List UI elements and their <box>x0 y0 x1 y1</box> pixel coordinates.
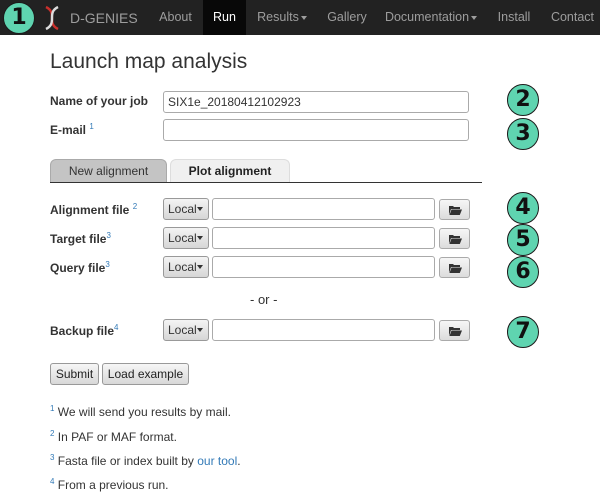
footnote-ref: 3 <box>105 260 110 269</box>
callout-badge: 5 <box>507 224 539 256</box>
or-separator: - or - <box>250 292 278 307</box>
select-value: Local <box>168 202 197 216</box>
query-browse-button[interactable] <box>439 257 470 278</box>
backup-file-input[interactable] <box>212 319 435 341</box>
email-input[interactable] <box>163 119 469 141</box>
footnote-text: From a previous run. <box>57 478 169 492</box>
query-file-input[interactable] <box>212 256 435 278</box>
chevron-down-icon <box>197 207 203 211</box>
footnote-4: 4 From a previous run. <box>50 477 169 492</box>
footnote-period: . <box>237 454 241 468</box>
target-file-label-text: Target file <box>50 232 107 246</box>
tab-new-alignment[interactable]: New alignment <box>50 159 167 182</box>
footnote-ref: 4 <box>50 477 55 486</box>
footnote-ref: 3 <box>50 453 55 462</box>
callout-badge: 7 <box>507 316 539 348</box>
footnote-3: 3 Fasta file or index built by our tool. <box>50 453 241 468</box>
nav-documentation-label: Documentation <box>384 10 470 24</box>
backup-browse-button[interactable] <box>439 320 470 341</box>
folder-open-icon <box>449 235 462 244</box>
tabs-divider <box>50 182 482 183</box>
nav-about[interactable]: About <box>152 0 199 35</box>
footnote-2: 2 In PAF or MAF format. <box>50 429 177 444</box>
nav-contact[interactable]: Contact <box>545 0 600 35</box>
callout-badge: 4 <box>507 192 539 224</box>
target-file-input[interactable] <box>212 227 435 249</box>
footnote-ref: 2 <box>132 202 138 211</box>
callout-badge: 3 <box>507 118 539 150</box>
query-file-label: Query file3 <box>50 260 110 275</box>
query-file-label-text: Query file <box>50 261 106 275</box>
callout-badge: 2 <box>507 84 539 116</box>
brand-name: D-GENIES <box>70 9 138 26</box>
callout-badge: 6 <box>507 256 539 288</box>
folder-open-icon <box>449 264 462 273</box>
target-file-label: Target file3 <box>50 231 111 246</box>
chevron-down-icon <box>300 15 307 20</box>
footnote-text: In PAF or MAF format. <box>57 430 177 444</box>
footnote-ref: 3 <box>106 231 111 240</box>
footnote-ref: 2 <box>50 429 55 438</box>
nav-results-label: Results <box>257 10 299 24</box>
top-navbar: D-GENIES About Run Results Gallery Docum… <box>0 0 600 35</box>
callout-badge: 1 <box>3 2 35 34</box>
job-name-input[interactable] <box>163 91 469 113</box>
job-name-label: Name of your job <box>50 94 149 108</box>
footnote-ref: 1 <box>89 122 94 131</box>
footnote-text: We will send you results by mail. <box>57 405 231 419</box>
backup-source-select[interactable]: Local <box>163 319 209 341</box>
email-label-text: E-mail <box>50 123 87 137</box>
backup-file-label-text: Backup file <box>50 324 115 338</box>
footnote-ref: 1 <box>50 404 55 413</box>
alignment-source-select[interactable]: Local <box>163 198 209 220</box>
target-browse-button[interactable] <box>439 228 470 249</box>
folder-open-icon <box>449 206 462 215</box>
alignment-file-label-text: Alignment file <box>50 203 130 217</box>
email-label: E-mail 1 <box>50 122 94 137</box>
nav-run[interactable]: Run <box>203 0 246 35</box>
alignment-file-label: Alignment file 2 <box>50 202 137 217</box>
nav-gallery[interactable]: Gallery <box>319 0 375 35</box>
our-tool-link[interactable]: our tool <box>197 454 237 468</box>
nav-results[interactable]: Results <box>251 0 313 35</box>
target-source-select[interactable]: Local <box>163 227 209 249</box>
alignment-file-input[interactable] <box>212 198 435 220</box>
chevron-down-icon <box>197 265 203 269</box>
page-title: Launch map analysis <box>50 50 248 73</box>
select-value: Local <box>168 231 197 245</box>
tab-plot-alignment[interactable]: Plot alignment <box>170 159 290 182</box>
alignment-browse-button[interactable] <box>439 199 470 220</box>
chevron-down-icon <box>471 15 478 20</box>
backup-file-label: Backup file4 <box>50 323 118 338</box>
nav-install[interactable]: Install <box>489 0 539 35</box>
brand[interactable]: D-GENIES <box>40 0 138 35</box>
footnote-text: Fasta file or index built by <box>57 454 194 468</box>
select-value: Local <box>168 323 197 337</box>
dna-logo-icon <box>45 5 59 30</box>
query-source-select[interactable]: Local <box>163 256 209 278</box>
footnote-ref: 4 <box>114 323 119 332</box>
chevron-down-icon <box>197 236 203 240</box>
submit-button[interactable]: Submit <box>50 363 99 385</box>
footnote-1: 1 We will send you results by mail. <box>50 404 231 419</box>
nav-documentation[interactable]: Documentation <box>381 0 481 35</box>
folder-open-icon <box>449 327 462 336</box>
load-example-button[interactable]: Load example <box>102 363 189 385</box>
chevron-down-icon <box>197 328 203 332</box>
select-value: Local <box>168 260 197 274</box>
